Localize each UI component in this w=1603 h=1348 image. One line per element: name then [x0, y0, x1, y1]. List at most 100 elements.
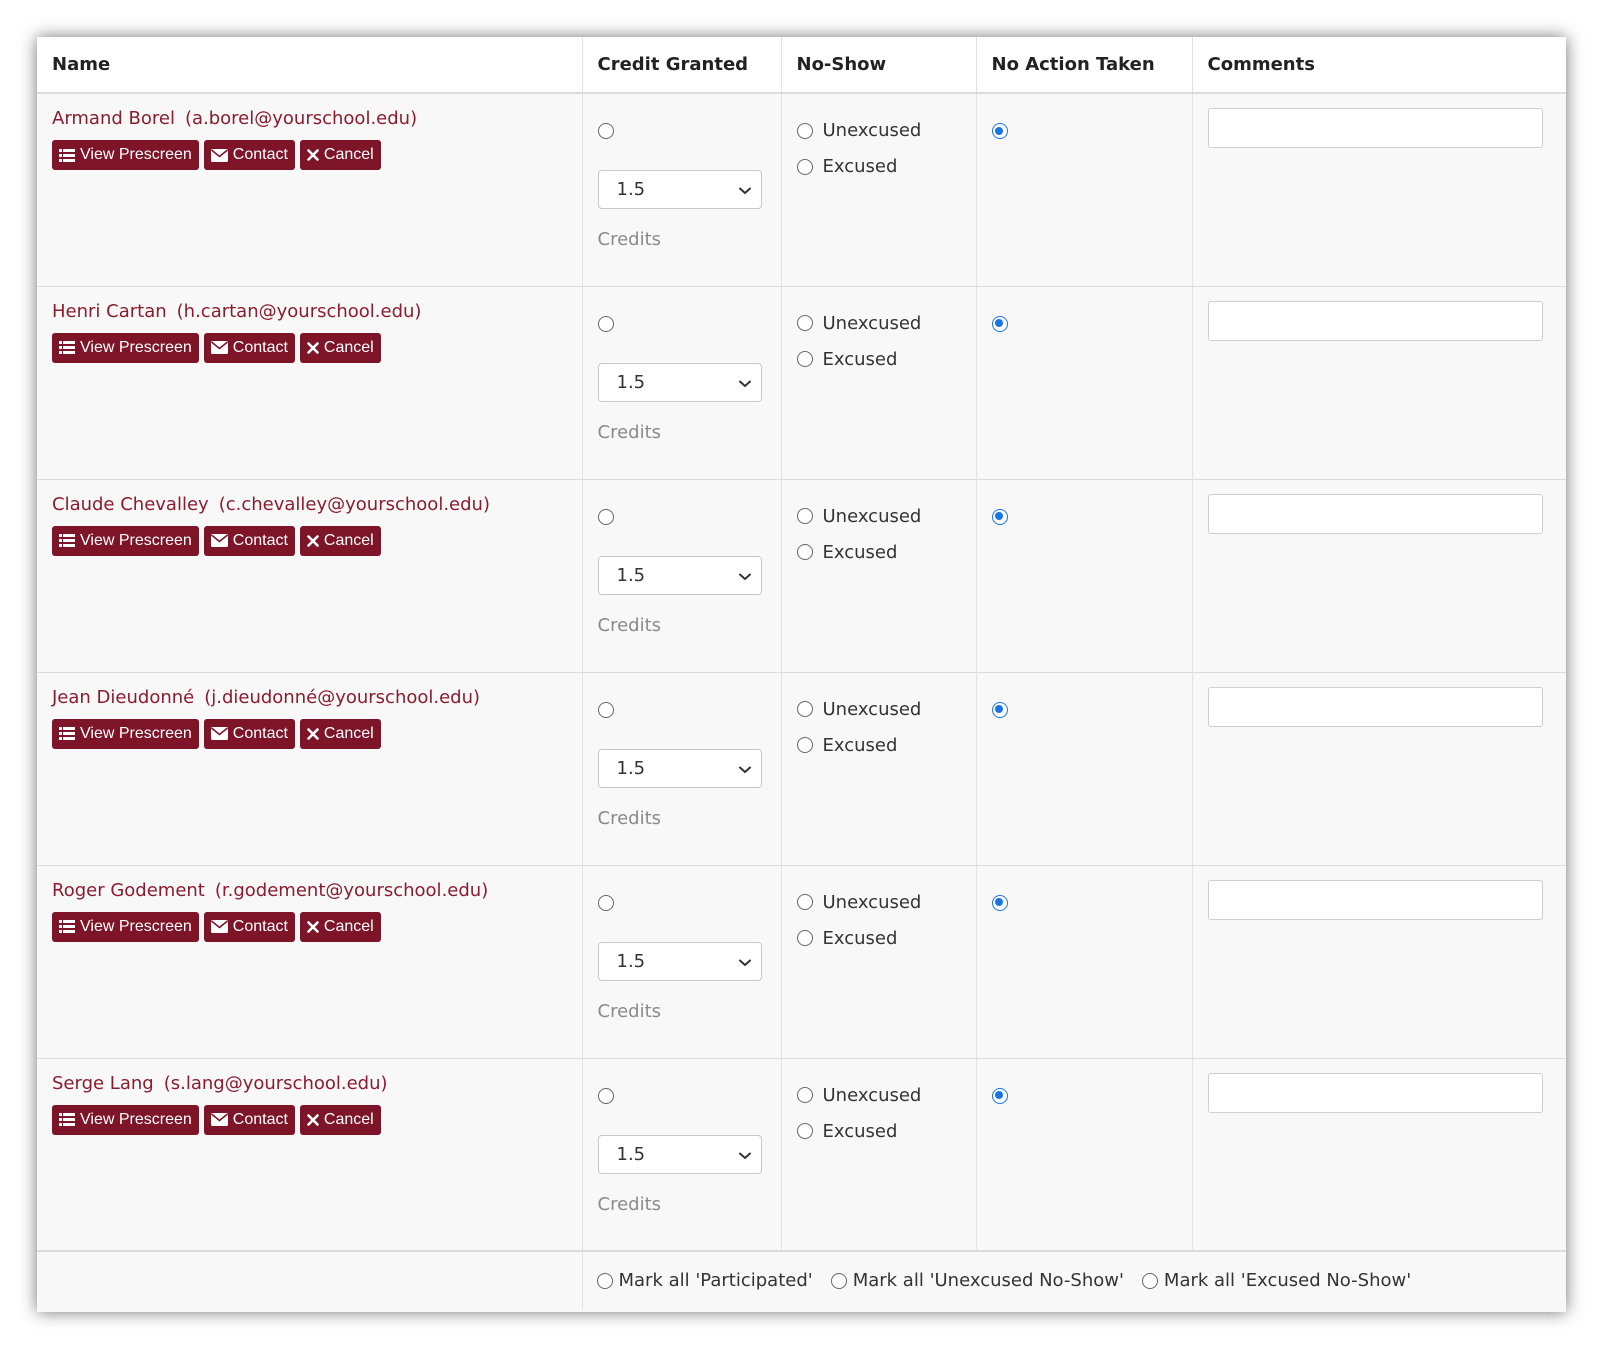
view-prescreen-button[interactable]: View Prescreen [52, 911, 199, 942]
credit-select-value: 1.5 [616, 1143, 646, 1165]
no-action-radio[interactable] [991, 315, 1008, 332]
participant-email[interactable]: (c.chevalley@yourschool.edu) [219, 494, 490, 515]
excused-option[interactable]: Excused [796, 156, 961, 177]
unexcused-option[interactable]: Unexcused [796, 1085, 961, 1106]
participant-name[interactable]: Jean Dieudonné [52, 687, 194, 708]
mark-all-participated-radio[interactable] [596, 1272, 613, 1289]
unexcused-option[interactable]: Unexcused [796, 312, 961, 334]
unexcused-option[interactable]: Unexcused [796, 506, 961, 527]
contact-label: Contact [232, 146, 288, 163]
excused-radio[interactable] [796, 544, 813, 560]
unexcused-radio[interactable] [796, 701, 813, 717]
participant-name[interactable]: Henri Cartan [52, 301, 167, 322]
mark-all-excused[interactable]: Mark all 'Excused No-Show' [1141, 1270, 1411, 1291]
view-prescreen-button[interactable]: View Prescreen [52, 718, 199, 749]
mark-all-unexcused[interactable]: Mark all 'Unexcused No-Show' [830, 1270, 1124, 1291]
contact-button[interactable]: Contact [203, 140, 295, 170]
comment-input[interactable] [1207, 686, 1543, 727]
excused-radio[interactable] [796, 930, 813, 946]
participant-email[interactable]: (h.cartan@yourschool.edu) [177, 301, 422, 322]
mark-all-participated[interactable]: Mark all 'Participated' [596, 1270, 813, 1291]
mark-all-unexcused-radio[interactable] [830, 1272, 847, 1289]
view-prescreen-button[interactable]: View Prescreen [52, 140, 199, 170]
excused-option[interactable]: Excused [796, 349, 961, 370]
unexcused-radio[interactable] [796, 508, 813, 524]
credit-select[interactable]: 1.5 [597, 748, 762, 788]
participant-email[interactable]: (j.dieudonné@yourschool.edu) [204, 687, 480, 708]
participant-email[interactable]: (r.godement@yourschool.edu) [215, 880, 488, 901]
unexcused-option[interactable]: Unexcused [796, 120, 961, 141]
unexcused-label: Unexcused [822, 312, 922, 334]
excused-option[interactable]: Excused [796, 928, 961, 949]
participant-email[interactable]: (a.borel@yourschool.edu) [185, 108, 417, 129]
no-action-radio[interactable] [991, 123, 1008, 139]
cancel-button[interactable]: Cancel [299, 718, 381, 749]
table-row: Claude Chevalley (c.chevalley@yourschool.… [37, 478, 1566, 672]
unexcused-radio[interactable] [796, 1087, 813, 1103]
credit-select-value: 1.5 [616, 179, 646, 200]
comment-input[interactable] [1207, 879, 1543, 920]
cancel-button[interactable]: Cancel [299, 140, 381, 170]
row-actions: View Prescreen Contact Cancel [52, 718, 567, 749]
comment-input[interactable] [1207, 108, 1543, 148]
credit-granted-radio[interactable] [597, 315, 614, 332]
mark-all-excused-radio[interactable] [1141, 1272, 1158, 1289]
unexcused-option[interactable]: Unexcused [796, 699, 961, 720]
participant-email[interactable]: (s.lang@yourschool.edu) [164, 1073, 388, 1094]
excused-label: Excused [822, 734, 898, 756]
envelope-icon [210, 920, 228, 933]
credit-granted-radio[interactable] [597, 894, 614, 911]
credit-select-value: 1.5 [616, 564, 646, 586]
unexcused-radio[interactable] [796, 315, 813, 331]
credit-granted-radio[interactable] [597, 123, 614, 139]
contact-button[interactable]: Contact [203, 911, 295, 942]
participant-name[interactable]: Claude Chevalley [52, 494, 209, 515]
no-action-radio[interactable] [991, 701, 1008, 718]
contact-button[interactable]: Contact [203, 332, 295, 363]
cancel-button[interactable]: Cancel [299, 911, 381, 942]
credit-granted-radio[interactable] [597, 508, 614, 525]
cancel-button[interactable]: Cancel [299, 332, 381, 363]
participant-name[interactable]: Roger Godement [52, 880, 205, 901]
row-actions: View Prescreen Contact Cancel [52, 1104, 567, 1135]
no-action-radio[interactable] [991, 1087, 1008, 1104]
name-cell: Henri Cartan (h.cartan@yourschool.edu) Vi… [37, 285, 583, 479]
cancel-button[interactable]: Cancel [299, 525, 381, 556]
credit-granted-radio[interactable] [597, 701, 614, 718]
unexcused-radio[interactable] [796, 122, 813, 139]
comment-input[interactable] [1207, 1072, 1543, 1113]
excused-radio[interactable] [796, 158, 813, 175]
credit-select[interactable]: 1.5 [597, 362, 762, 402]
view-prescreen-button[interactable]: View Prescreen [52, 525, 199, 556]
unexcused-radio[interactable] [796, 894, 813, 910]
view-prescreen-button[interactable]: View Prescreen [52, 1104, 199, 1135]
credit-granted-radio[interactable] [597, 1087, 614, 1104]
credit-select[interactable]: 1.5 [597, 170, 762, 209]
no-show-cell: Unexcused Excused [781, 864, 977, 1058]
unexcused-option[interactable]: Unexcused [796, 892, 961, 913]
comment-input[interactable] [1207, 300, 1543, 341]
no-action-radio[interactable] [991, 508, 1008, 525]
list-icon [59, 920, 75, 933]
excused-radio[interactable] [796, 737, 813, 753]
excused-option[interactable]: Excused [796, 542, 961, 563]
excused-option[interactable]: Excused [796, 1121, 961, 1142]
comment-input[interactable] [1207, 493, 1543, 534]
participant-name[interactable]: Serge Lang [52, 1073, 154, 1094]
excused-option[interactable]: Excused [796, 734, 961, 756]
excused-radio[interactable] [796, 351, 813, 367]
contact-button[interactable]: Contact [203, 1104, 295, 1135]
credit-select[interactable]: 1.5 [597, 555, 762, 595]
cancel-button[interactable]: Cancel [299, 1104, 381, 1135]
contact-button[interactable]: Contact [203, 718, 295, 749]
contact-button[interactable]: Contact [203, 525, 295, 556]
credit-select[interactable]: 1.5 [597, 941, 762, 981]
credit-select[interactable]: 1.5 [597, 1134, 762, 1174]
comments-cell [1192, 92, 1566, 286]
excused-radio[interactable] [796, 1123, 813, 1139]
no-action-radio[interactable] [991, 894, 1008, 911]
list-icon [59, 727, 75, 740]
participant-name[interactable]: Armand Borel [52, 108, 175, 129]
no-action-cell [976, 671, 1193, 865]
view-prescreen-button[interactable]: View Prescreen [52, 332, 199, 363]
